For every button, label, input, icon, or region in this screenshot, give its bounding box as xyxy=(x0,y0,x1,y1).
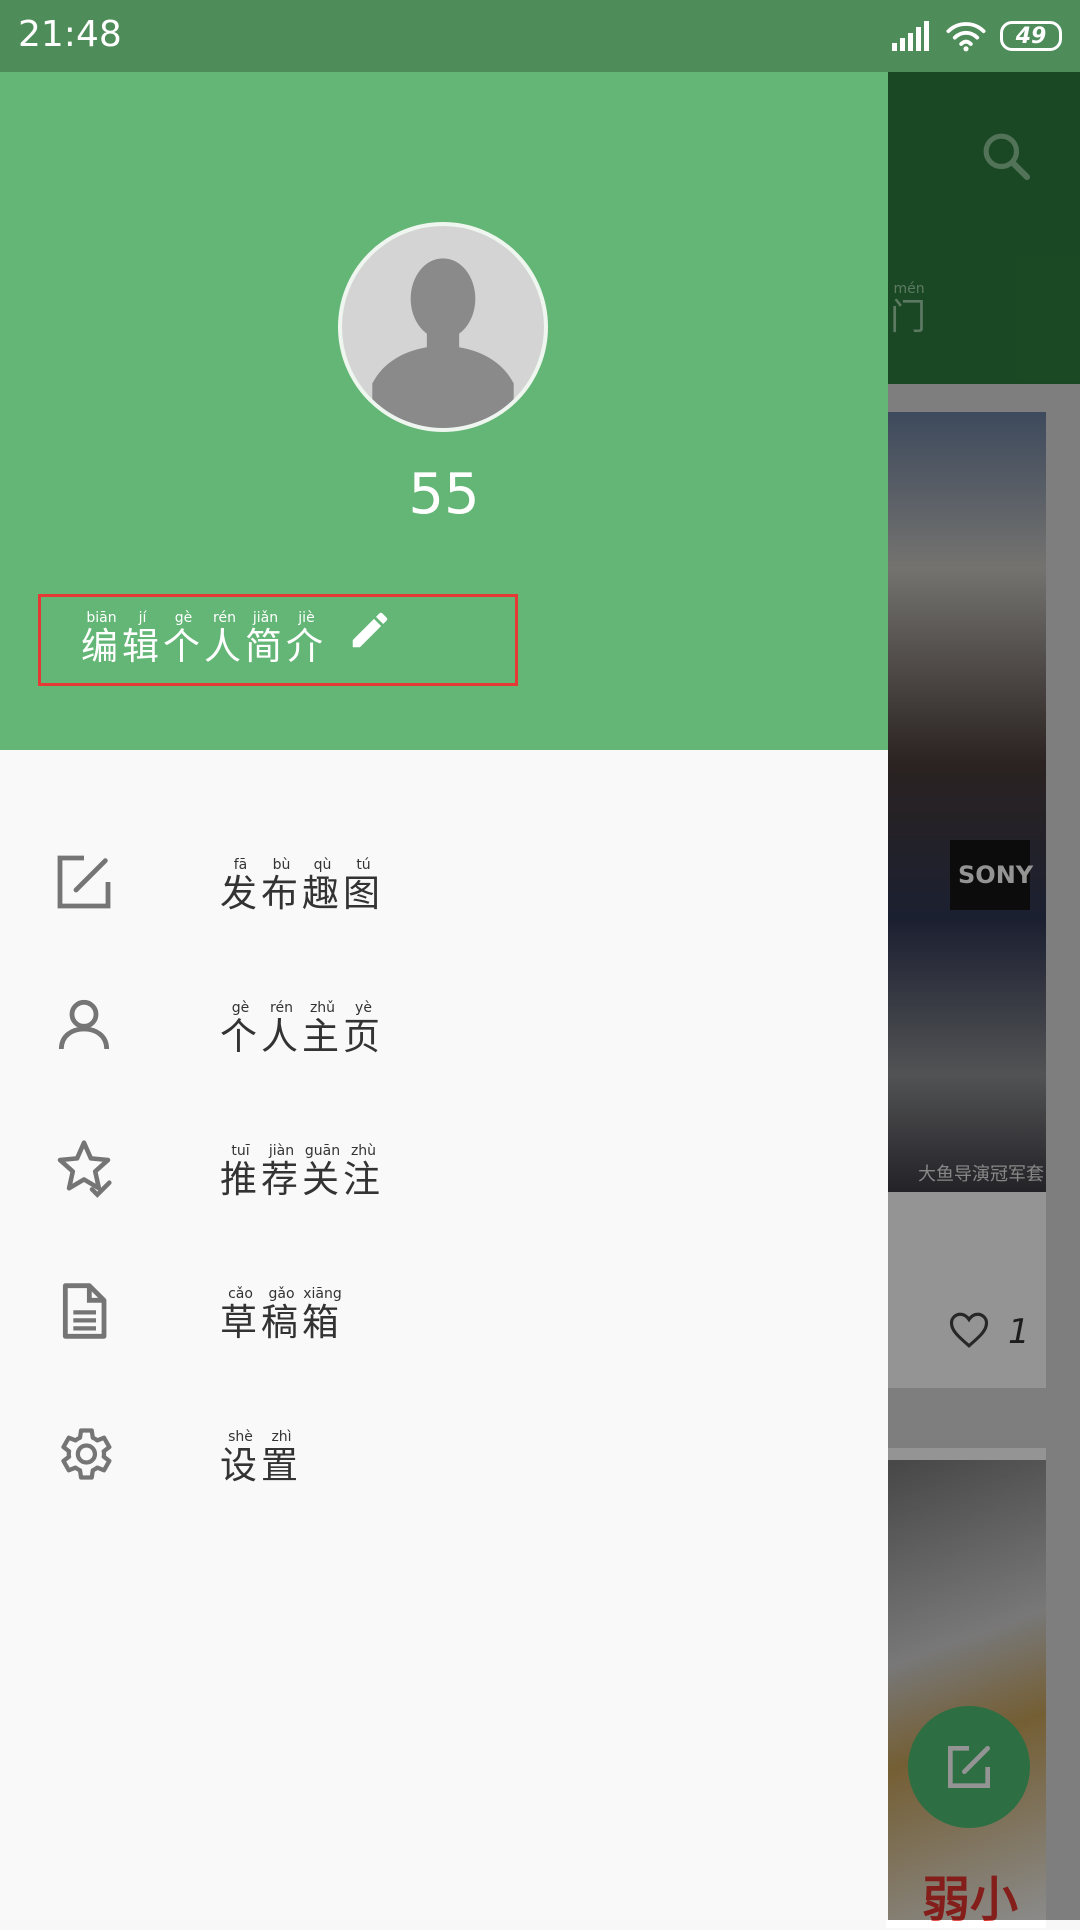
hanzi-char: 简jiǎn xyxy=(245,610,286,668)
hanzi-char: 置zhì xyxy=(261,1429,302,1487)
document-icon xyxy=(62,1283,107,1339)
status-time: 21:48 xyxy=(18,14,122,55)
menu-item-recommended-follows[interactable]: 推tuī荐jiàn关guān注zhù xyxy=(0,1106,888,1226)
default-avatar-icon xyxy=(372,258,514,428)
navigation-drawer: 55 编biān辑jí个gè人rén简jiǎn介jiè 发fā布bù趣qù图tú… xyxy=(0,72,888,1920)
hanzi-char: 荐jiàn xyxy=(261,1143,302,1201)
menu-item-label: 草cǎo稿gǎo箱xiāng xyxy=(220,1286,343,1344)
hanzi-char: 设shè xyxy=(220,1429,261,1487)
menu-item-label: 个gè人rén主zhǔ页yè xyxy=(220,1000,384,1058)
person-icon xyxy=(58,999,110,1050)
hanzi-char: 趣qù xyxy=(302,857,343,915)
hanzi-char: 人rén xyxy=(261,1000,302,1058)
edit-bio-label: 编biān辑jí个gè人rén简jiǎn介jiè xyxy=(81,610,327,668)
hanzi-char: 注zhù xyxy=(343,1143,384,1201)
menu-item-label: 发fā布bù趣qù图tú xyxy=(220,857,384,915)
hanzi-char: 推tuī xyxy=(220,1143,261,1201)
avatar[interactable] xyxy=(338,222,548,432)
menu-item-label: 设shè置zhì xyxy=(220,1429,302,1487)
hanzi-char: 页yè xyxy=(343,1000,384,1058)
pencil-icon xyxy=(352,612,388,648)
drawer-header: 55 编biān辑jí个gè人rén简jiǎn介jiè xyxy=(0,72,888,750)
gear-icon xyxy=(61,1428,112,1480)
user-name: 55 xyxy=(408,462,480,527)
hanzi-char: 个gè xyxy=(220,1000,261,1058)
menu-item-publish[interactable]: 发fā布bù趣qù图tú xyxy=(0,820,888,940)
edit-bio-button[interactable]: 编biān辑jí个gè人rén简jiǎn介jiè xyxy=(38,594,518,686)
battery-icon: 49 xyxy=(1000,21,1062,51)
battery-level: 49 xyxy=(1015,23,1047,49)
hanzi-char: 草cǎo xyxy=(220,1286,261,1344)
wifi-icon xyxy=(946,22,986,52)
hanzi-char: 编biān xyxy=(81,610,122,668)
hanzi-char: 布bù xyxy=(261,857,302,915)
hanzi-char: 发fā xyxy=(220,857,261,915)
hanzi-char: 图tú xyxy=(343,857,384,915)
compose-icon xyxy=(57,855,111,909)
status-bar: 21:48 49 xyxy=(0,0,1080,72)
hanzi-char: 关guān xyxy=(302,1143,343,1201)
hanzi-char: 主zhǔ xyxy=(302,1000,343,1058)
hanzi-char: 个gè xyxy=(163,610,204,668)
status-icons: 49 xyxy=(892,18,1062,54)
menu-item-drafts[interactable]: 草cǎo稿gǎo箱xiāng xyxy=(0,1249,888,1369)
hanzi-char: 人rén xyxy=(204,610,245,668)
signal-icon xyxy=(892,21,929,51)
hanzi-char: 箱xiāng xyxy=(302,1286,343,1344)
star-check-icon xyxy=(57,1140,112,1198)
menu-item-label: 推tuī荐jiàn关guān注zhù xyxy=(220,1143,384,1201)
hanzi-char: 稿gǎo xyxy=(261,1286,302,1344)
hanzi-char: 辑jí xyxy=(122,610,163,668)
menu-item-settings[interactable]: 设shè置zhì xyxy=(0,1392,888,1512)
menu-item-profile[interactable]: 个gè人rén主zhǔ页yè xyxy=(0,963,888,1083)
hanzi-char: 介jiè xyxy=(286,610,327,668)
